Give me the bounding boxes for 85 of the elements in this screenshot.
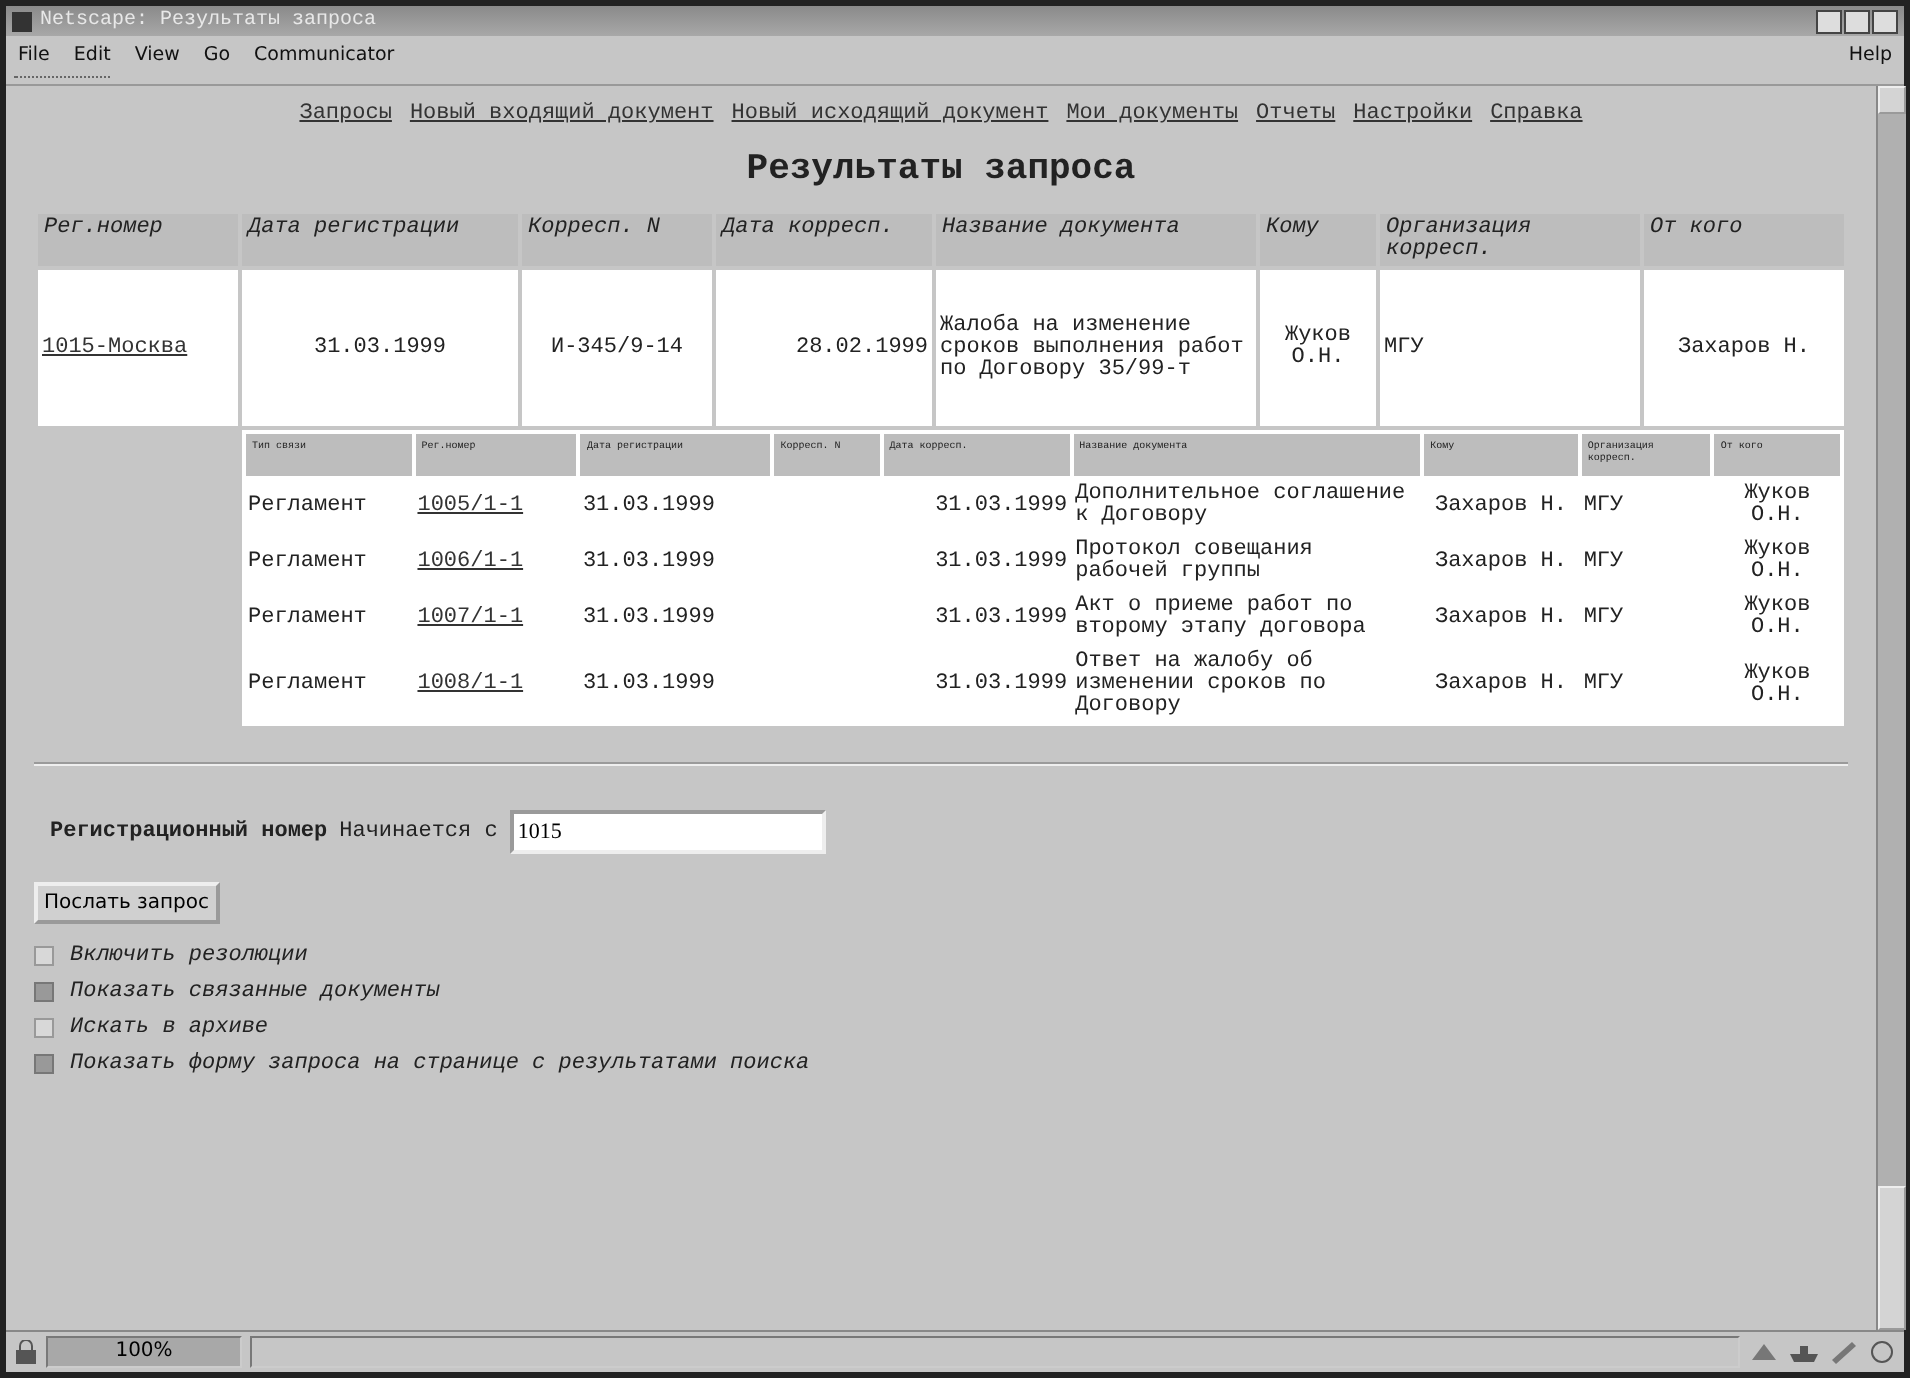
column-header: Корресп. N [522,214,712,266]
link[interactable]: 1015-Москва [42,335,188,359]
column-header: Рег.номер [38,214,238,266]
table-cell-text: Жуков О.Н. [1742,659,1813,711]
nav-link[interactable]: Запросы [299,102,392,126]
column-header: Кому [1260,214,1376,266]
link[interactable]: 1005/1-1 [417,493,524,517]
table-cell-text: МГУ [1581,603,1626,633]
toolbar-grip[interactable] [14,75,110,81]
checkbox-label: Искать в архиве [70,1016,269,1040]
submit-button[interactable]: Послать запрос [34,882,219,924]
table-cell: Жуков О.Н. [1260,270,1376,426]
checkbox-label: Показать связанные документы [70,980,440,1004]
close-button[interactable] [1872,9,1898,33]
table-cell: И-345/9-14 [522,270,712,426]
nav-link[interactable]: Настройки [1353,102,1473,126]
checkbox[interactable] [34,946,54,966]
table-cell-text: 31.03.1999 [580,670,717,700]
component-icon[interactable] [1748,1340,1780,1364]
table-cell-text: МГУ [1581,670,1626,700]
menu-item[interactable]: View [134,43,180,65]
table-cell-text: 31.03.1999 [933,670,1070,700]
checkbox[interactable] [34,1018,54,1038]
table-cell: Захаров Н. [1644,270,1844,426]
field-condition: Начинается с [339,820,498,844]
checkbox-label: Показать форму запроса на странице с результатами поиска [70,1052,810,1076]
table-cell-text: 31.03.1999 [933,547,1070,577]
table-cell-text: 31.03.1999 [933,491,1070,521]
table-cell-text: 31.03.1999 [933,603,1070,633]
link[interactable]: 1007/1-1 [417,605,524,629]
table-cell-text: 31.03.1999 [580,547,717,577]
table-cell-text: Ответ на жалобу об изменении сроков по Договору [1073,648,1329,722]
table-cell-text: МГУ [1581,491,1626,521]
table-cell-text: Захаров Н. [1432,491,1569,521]
checkbox[interactable] [34,1054,54,1074]
nav-link[interactable]: Мои документы [1066,102,1239,126]
nav-link[interactable]: Отчеты [1256,102,1336,126]
table-cell-text: Дополнительное соглашение к Договору [1073,480,1408,532]
table-cell-text: Регламент [246,491,369,521]
table-cell: 31.03.1999 [242,270,518,426]
menu-item[interactable]: Communicator [254,43,395,65]
column-header: Дата корресп. [716,214,932,266]
menu-item[interactable]: Edit [73,43,111,65]
menu-item[interactable]: Go [203,43,231,65]
column-header: От кого [1644,214,1844,266]
nav-link[interactable]: Новый входящий документ [409,102,714,126]
table-cell: Жалоба на изменение сроков выполнения работ по Договору 35/99-т [936,270,1256,426]
table-cell-text: Захаров Н. [1432,670,1569,700]
table-cell-text: Регламент [246,603,369,633]
maximize-button[interactable] [1844,9,1870,33]
menu-item[interactable]: File [18,43,50,65]
table-cell-text: Протокол совещания рабочей группы [1073,536,1315,588]
link[interactable]: 1006/1-1 [417,549,524,573]
link[interactable]: 1008/1-1 [417,672,524,696]
table-cell-text: Жуков О.Н. [1742,592,1813,644]
checkbox[interactable] [34,982,54,1002]
input-field[interactable]: 1015 [509,810,826,854]
table-cell: МГУ [1380,270,1640,426]
column-header: Название документа [936,214,1256,266]
page-heading: Результаты запроса [744,150,1138,190]
nav-link[interactable]: Новый исходящий документ [731,102,1049,126]
table-cell-text: Акт о приеме работ по второму этапу договора [1073,592,1368,644]
app-logo-icon [12,11,32,31]
table-cell-text: Захаров Н. [1432,603,1569,633]
nav-link[interactable]: Справка [1490,102,1583,126]
table-cell-text: 31.03.1999 [580,603,717,633]
lock-icon [14,1340,38,1364]
minimize-button[interactable] [1816,9,1842,33]
table-cell-text: 31.03.1999 [580,491,717,521]
ship-icon[interactable] [1788,1340,1820,1364]
table-cell-text: Регламент [246,547,369,577]
table-cell-text: Жуков О.Н. [1742,480,1813,532]
table-cell-text: Захаров Н. [1432,547,1569,577]
table-cell: 28.02.1999 [716,270,932,426]
scrollbar[interactable] [1876,86,1906,1330]
table-cell-text: Жуков О.Н. [1742,536,1813,588]
menu-item[interactable]: Help [1848,43,1892,65]
table-cell-text: МГУ [1581,547,1626,577]
column-header: Дата регистрации [242,214,518,266]
field-label: Регистрационный номер [50,820,328,844]
table-cell-text: Регламент [246,670,369,700]
column-header: Организация корресп. [1380,214,1640,266]
window-title: Netscape: Результаты запроса [40,10,379,32]
checkbox-label: Включить резолюции [70,944,308,968]
zoom-level: 100% [46,1336,242,1368]
